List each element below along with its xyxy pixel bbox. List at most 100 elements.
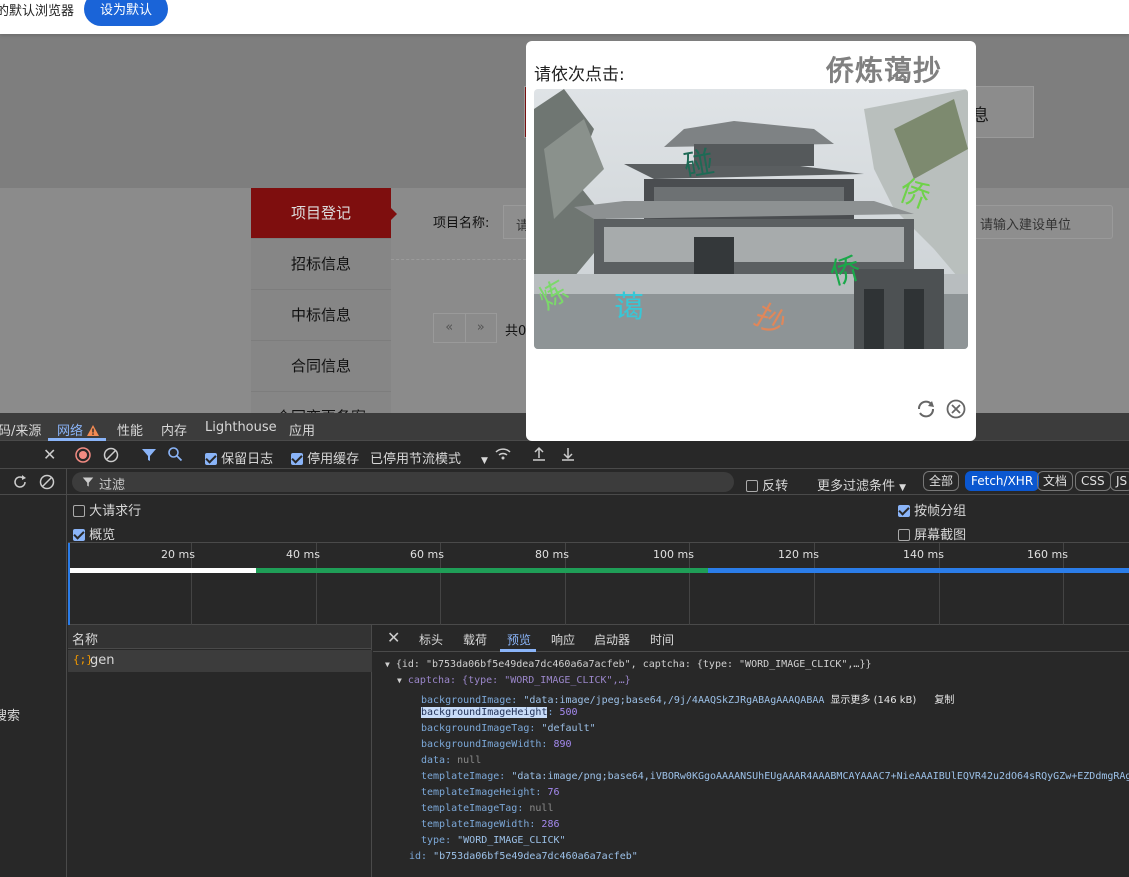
tab-performance[interactable]: 性能 — [117, 420, 143, 439]
copy-button[interactable]: 复制 — [934, 695, 954, 706]
detail-tab-headers[interactable]: 标头 — [419, 631, 443, 648]
pager-next-button[interactable]: » — [464, 314, 497, 342]
side-item-project-registration[interactable]: 项目登记 — [251, 188, 391, 239]
name-column-header[interactable]: 名称 — [68, 625, 372, 649]
preserve-log-checkbox[interactable]: 保留日志 — [205, 448, 273, 467]
tab-memory[interactable]: 内存 — [161, 420, 187, 439]
detail-tab-initiator[interactable]: 启动器 — [594, 631, 630, 648]
json-key: backgroundImageWidth: — [421, 739, 548, 750]
tab-sources[interactable]: 码/来源 — [0, 420, 41, 439]
request-list — [68, 649, 372, 877]
side-item-tender-info[interactable]: 招标信息 — [251, 239, 391, 290]
detail-tab-preview[interactable]: 预览 — [507, 631, 531, 648]
close-detail-icon[interactable]: ✕ — [387, 628, 400, 647]
json-value: null — [529, 803, 554, 814]
detail-tab-response[interactable]: 响应 — [551, 631, 575, 648]
json-captcha-text: captcha: {type: "WORD_IMAGE_CLICK",…} — [407, 675, 631, 686]
close-drawer-icon[interactable]: ✕ — [43, 445, 56, 464]
timeline-tick-label: 60 ms — [410, 548, 444, 561]
set-default-button[interactable]: 设为默认 — [84, 0, 168, 26]
chevron-down-icon: ▼ — [481, 456, 488, 466]
pager: « » — [433, 313, 497, 343]
json-row: backgroundImageWidth: 890 — [421, 739, 572, 750]
checkbox-on — [205, 453, 217, 465]
timeline-overview[interactable]: 20 ms 40 ms 60 ms 80 ms 100 ms 120 ms 14… — [68, 543, 1129, 625]
detail-tabs: ✕ 标头 载荷 预览 响应 启动器 时间 — [373, 625, 1129, 652]
filter-icon[interactable] — [141, 447, 157, 463]
captcha-title: 请依次点击: — [534, 65, 625, 85]
side-item-contract-info[interactable]: 合同信息 — [251, 341, 391, 392]
filter-icon — [82, 477, 94, 487]
filter-placeholder: 过滤 — [99, 478, 126, 493]
tab-network[interactable]: 网络 — [57, 420, 100, 439]
tab-application[interactable]: 应用 — [289, 420, 315, 439]
captcha-image[interactable]: 碰 侨 蔼 炼 抄 侨 — [534, 89, 968, 349]
tab-lighthouse[interactable]: Lighthouse — [205, 420, 277, 435]
timeline-bar-start — [68, 568, 256, 573]
filter-js[interactable]: JS — [1110, 471, 1129, 491]
timeline-tick-label: 120 ms — [778, 548, 819, 561]
filter-css[interactable]: CSS — [1075, 471, 1111, 491]
disable-cache-checkbox[interactable]: 停用缓存 — [291, 448, 359, 467]
side-active-arrow — [391, 208, 397, 220]
pager-prev-button[interactable]: « — [434, 314, 465, 342]
caret-down-icon: ▼ — [385, 660, 390, 669]
screenshots-checkbox[interactable]: 屏幕截图 — [898, 524, 966, 543]
export-har-icon[interactable] — [561, 446, 575, 462]
checkbox-on — [291, 453, 303, 465]
side-item-contract-change[interactable]: 合同变更备案 — [251, 392, 391, 413]
json-row: templateImageWidth: 286 — [421, 819, 559, 830]
overview-checkbox[interactable]: 概览 — [73, 524, 115, 543]
disable-cache-label: 停用缓存 — [307, 452, 360, 467]
big-request-rows-checkbox[interactable]: 大请求行 — [73, 500, 141, 519]
network-toolbar: ✕ 保留日志 停用缓存 已停用节流模式 ▼ — [0, 441, 1129, 469]
json-key: backgroundImageTag: — [421, 723, 536, 734]
more-filters-label: 更多过滤条件 — [817, 479, 896, 494]
json-row: templateImage: "data:image/png;base64,iV… — [421, 771, 1129, 782]
captcha-char: 碰 — [681, 145, 717, 185]
detail-tab-payload[interactable]: 载荷 — [463, 631, 487, 648]
invert-checkbox[interactable]: 反转 — [746, 475, 788, 494]
json-key: backgroundImageHeight — [421, 707, 548, 718]
json-row: id: "b753da06bf5e49dea7dc460a6a7acfeb" — [409, 851, 638, 862]
json-key: templateImageHeight: — [421, 787, 542, 798]
screen: 的默认浏览器 设为默认 息 项目登记 招标信息 中标信息 合同信息 合同变更备案… — [0, 0, 1129, 877]
json-value: "default" — [541, 723, 596, 734]
warning-icon — [87, 425, 100, 436]
json-key: id: — [409, 851, 428, 862]
search-icon[interactable] — [167, 446, 183, 462]
timeline-tick-label: 140 ms — [903, 548, 944, 561]
filter-fetch-xhr[interactable]: Fetch/XHR — [965, 471, 1040, 491]
filter-all[interactable]: 全部 — [923, 471, 960, 491]
side-item-award-info[interactable]: 中标信息 — [251, 290, 391, 341]
clear-icon[interactable] — [103, 447, 119, 463]
json-row: data: null — [421, 755, 481, 766]
detail-tab-timing[interactable]: 时间 — [650, 631, 674, 648]
json-root-text: {id: "b753da06bf5e49dea7dc460a6a7acfeb",… — [395, 659, 872, 670]
throttling-select[interactable]: 已停用节流模式 ▼ — [370, 448, 488, 467]
group-by-frame-label: 按帧分组 — [914, 504, 967, 519]
timeline-cursor — [68, 543, 70, 625]
record-icon[interactable] — [75, 447, 91, 463]
json-captcha[interactable]: ▼ captcha: {type: "WORD_IMAGE_CLICK",…} — [397, 675, 631, 686]
checkbox-off — [73, 505, 85, 517]
show-more-button[interactable]: 显示更多 (146 kB) — [830, 695, 916, 706]
network-conditions-icon[interactable] — [494, 446, 512, 462]
refresh-icon[interactable] — [915, 398, 937, 420]
checkbox-on — [898, 505, 910, 517]
json-root[interactable]: ▼ {id: "b753da06bf5e49dea7dc460a6a7acfeb… — [385, 659, 871, 670]
import-har-icon[interactable] — [532, 446, 546, 462]
request-row-gen[interactable]: {;} gen — [68, 650, 372, 672]
total-count: 共0 — [505, 324, 527, 339]
more-filters-dropdown[interactable]: 更多过滤条件 ▼ — [817, 475, 906, 494]
timeline-tick-label: 40 ms — [286, 548, 320, 561]
name-column-label: 名称 — [72, 633, 99, 648]
filter-doc[interactable]: 文档 — [1037, 471, 1074, 491]
overview-label: 概览 — [89, 528, 116, 543]
filter-input[interactable]: 过滤 — [72, 472, 734, 493]
group-by-frame-checkbox[interactable]: 按帧分组 — [898, 500, 966, 519]
build-unit-input[interactable]: 请输入建设单位 — [966, 205, 1113, 239]
search-label[interactable]: 搜索 — [0, 705, 20, 724]
close-icon[interactable] — [945, 398, 967, 420]
chevron-down-icon: ▼ — [899, 483, 907, 493]
